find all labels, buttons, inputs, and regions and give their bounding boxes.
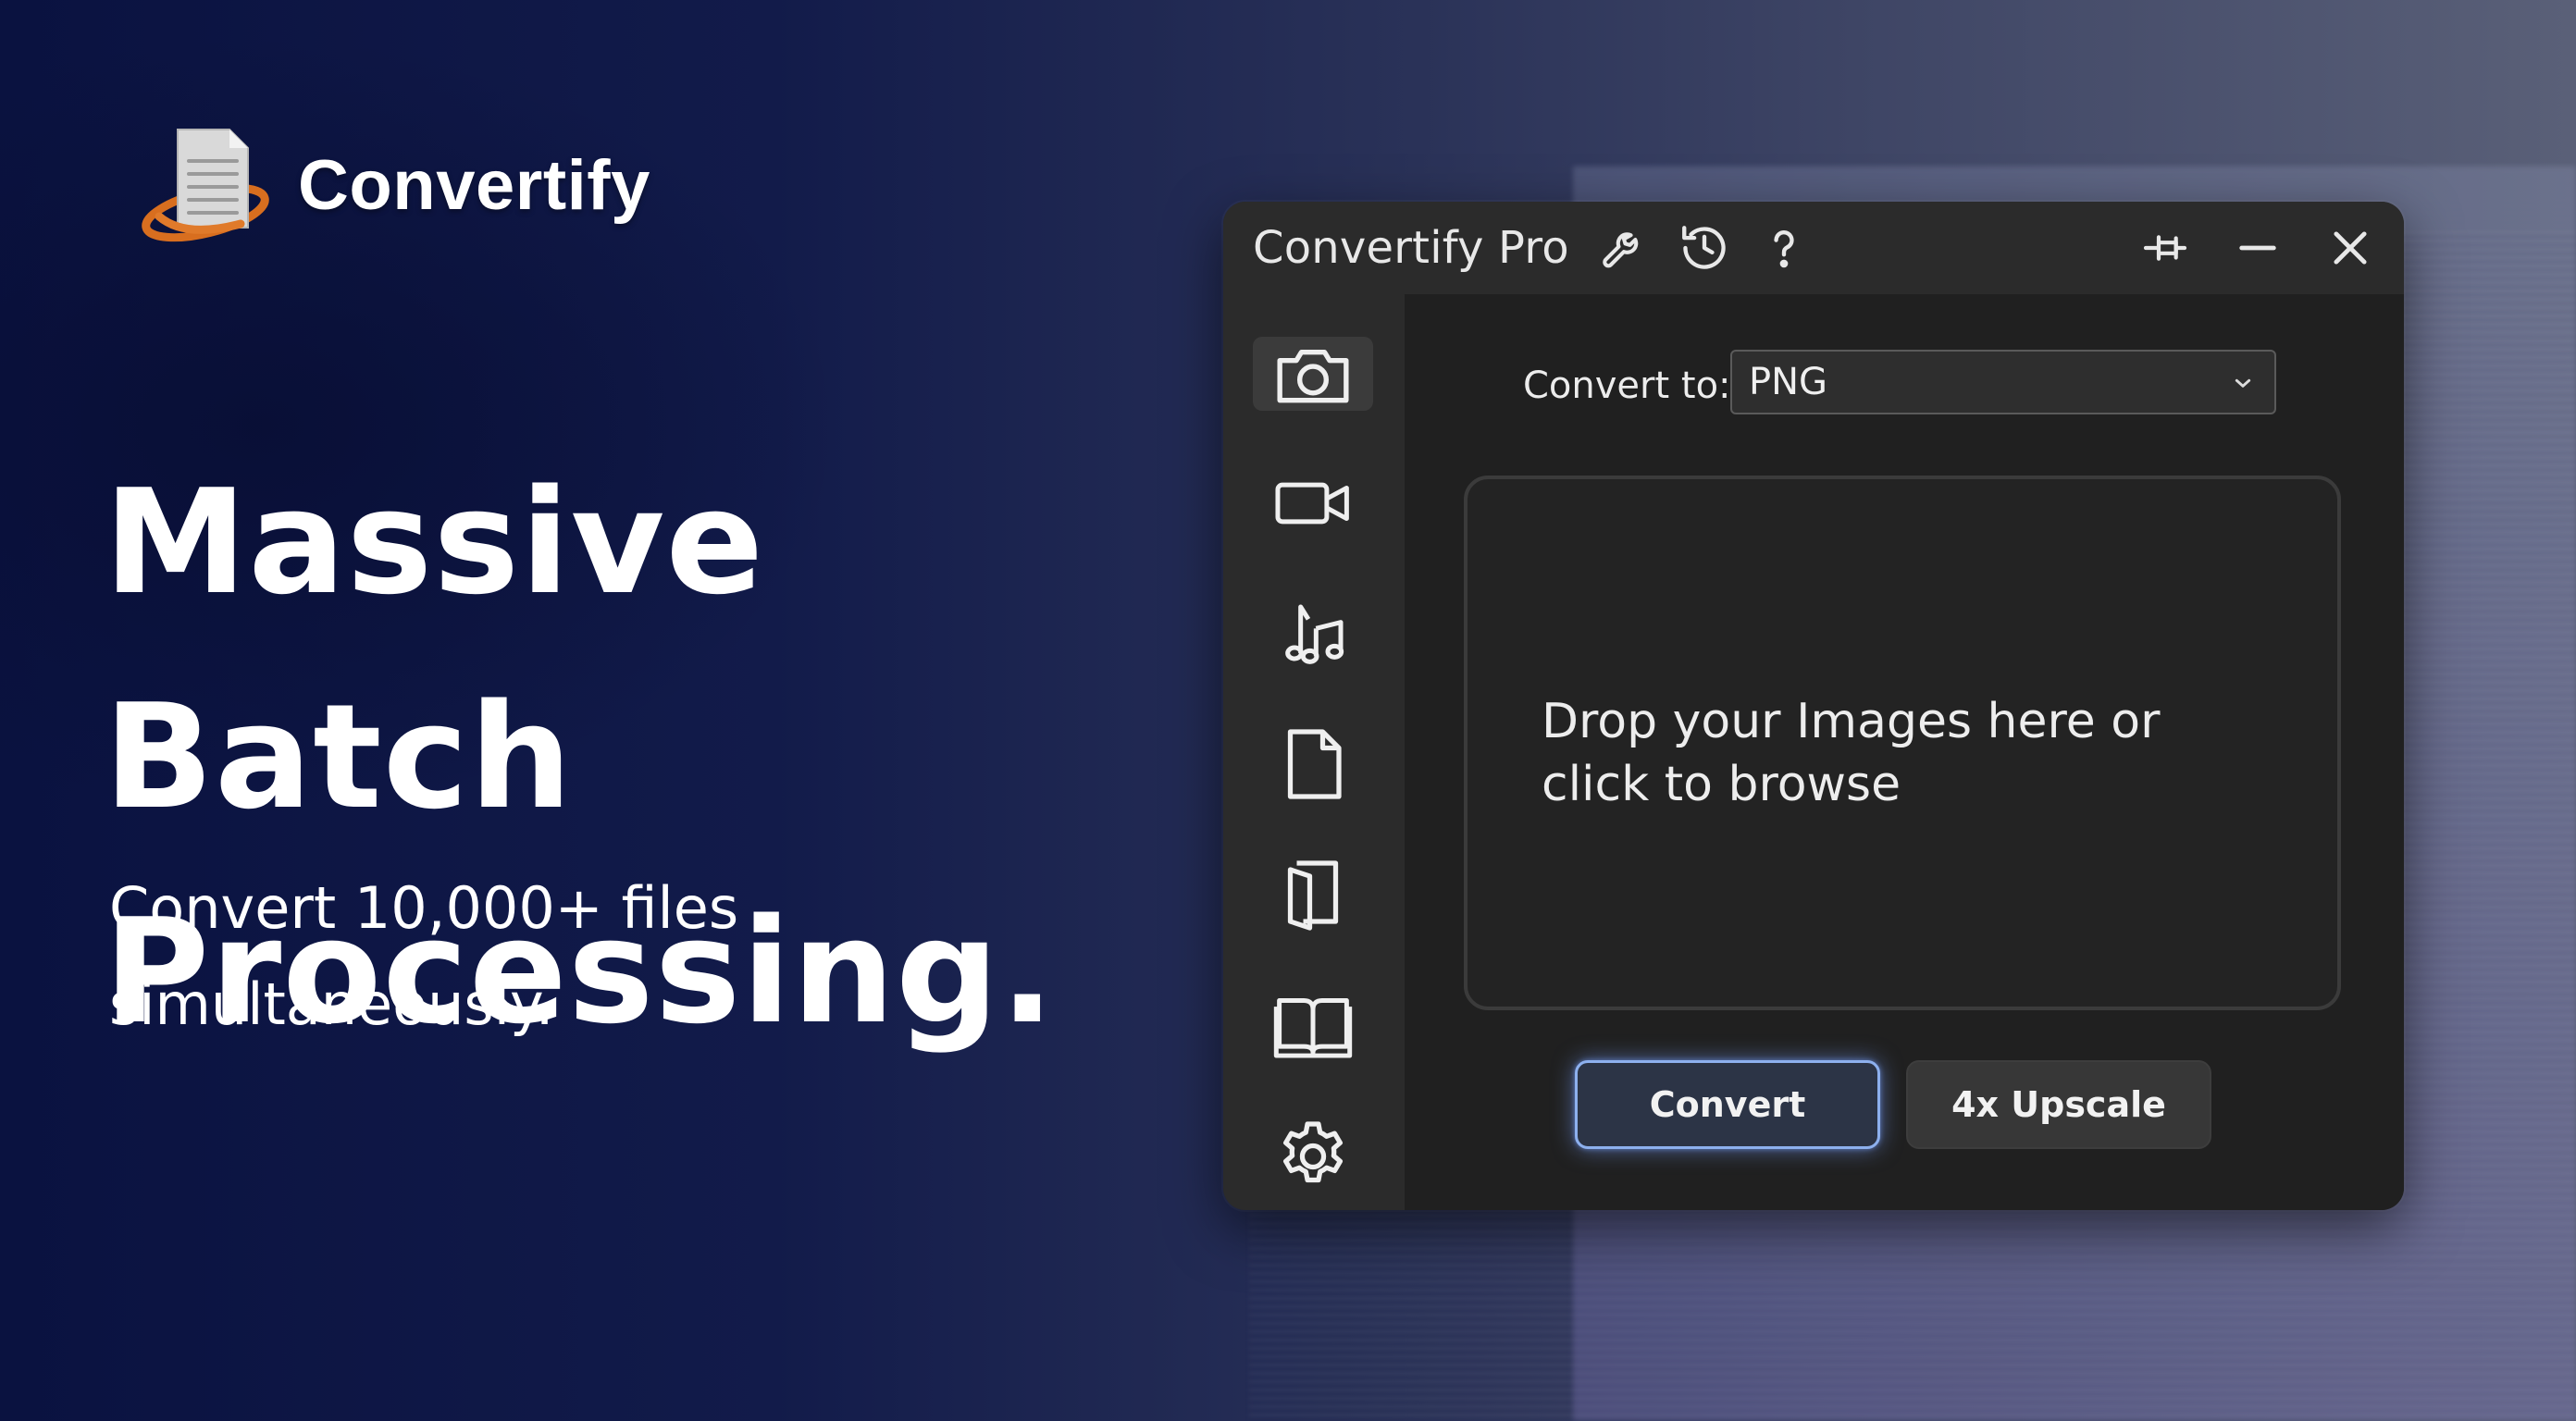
video-camera-icon	[1275, 482, 1349, 525]
sidebar-item-documents[interactable]	[1253, 727, 1373, 801]
camera-icon	[1277, 350, 1349, 403]
pin-icon[interactable]	[2132, 215, 2198, 281]
document-icon	[1287, 729, 1342, 799]
hero-subtitle: Convert 10,000+ files simultaneously.	[109, 874, 739, 1038]
dropzone-text: Drop your Images here or click to browse	[1542, 694, 2161, 812]
sidebar-item-settings[interactable]	[1253, 1119, 1373, 1193]
minimize-icon[interactable]	[2224, 215, 2291, 281]
sidebar-item-pdf[interactable]	[1253, 859, 1373, 933]
format-select[interactable]: PNG	[1730, 350, 2276, 414]
close-icon[interactable]	[2317, 215, 2384, 281]
window-title: Convertify Pro	[1253, 222, 1569, 274]
chevron-down-icon	[2228, 368, 2258, 402]
history-icon[interactable]	[1671, 215, 1738, 281]
title-bar[interactable]: Convertify Pro	[1223, 202, 2404, 294]
window-controls	[2132, 215, 2384, 281]
gear-icon	[1282, 1121, 1344, 1183]
sidebar-item-images[interactable]	[1253, 337, 1373, 411]
wrench-icon[interactable]	[1591, 215, 1658, 281]
document-orbit-icon	[139, 120, 278, 250]
sidebar-item-ebooks[interactable]	[1253, 988, 1373, 1062]
book-icon	[1273, 998, 1353, 1058]
help-icon[interactable]	[1751, 215, 1817, 281]
music-note-icon	[1285, 604, 1344, 664]
sidebar	[1223, 294, 1405, 1210]
brand-name: Convertify	[298, 145, 650, 225]
title-bar-tools	[1591, 215, 1817, 281]
sidebar-item-audio[interactable]	[1253, 598, 1373, 672]
format-select-value: PNG	[1749, 361, 1828, 403]
sidebar-item-video[interactable]	[1253, 466, 1373, 540]
convert-button[interactable]: Convert	[1575, 1060, 1880, 1149]
upscale-button[interactable]: 4x Upscale	[1906, 1060, 2211, 1149]
folded-page-icon	[1287, 860, 1339, 931]
brand: Convertify	[139, 120, 650, 250]
main-content: Convert to: PNG Drop your Images here or…	[1405, 294, 2404, 1210]
file-dropzone[interactable]: Drop your Images here or click to browse	[1464, 476, 2341, 1010]
app-window: Convertify Pro Convert to: PNG Drop your…	[1223, 202, 2404, 1210]
convert-to-label: Convert to:	[1523, 365, 1731, 407]
